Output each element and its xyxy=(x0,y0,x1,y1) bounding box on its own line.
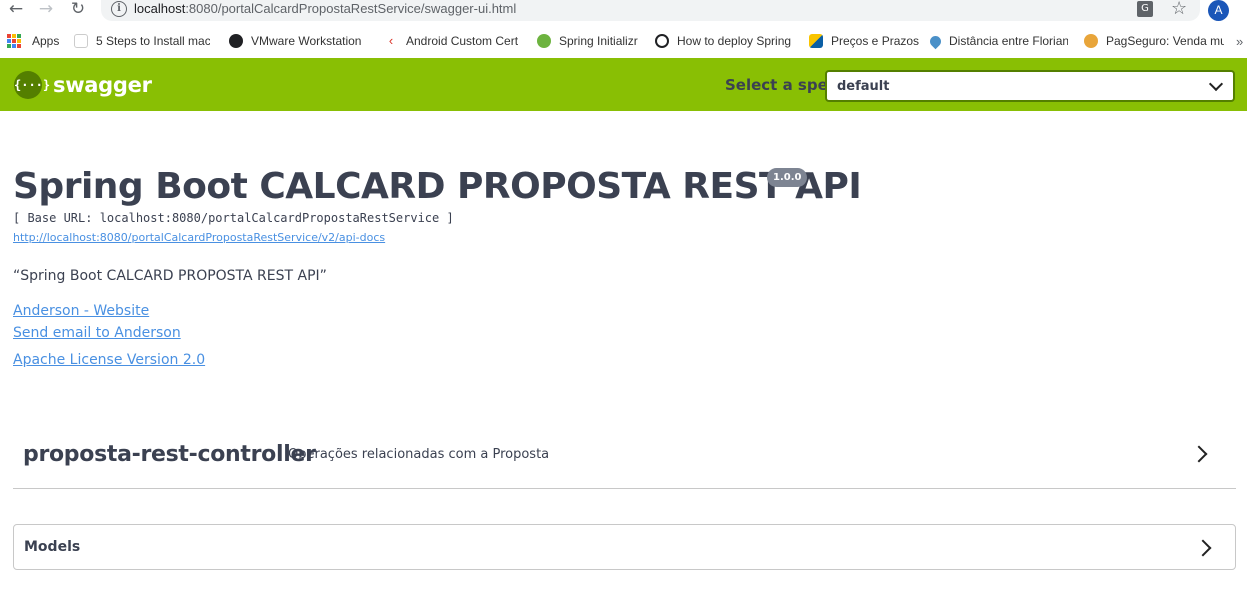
controller-name[interactable]: proposta-rest-controller xyxy=(23,442,316,467)
bookmark-favicon xyxy=(1084,34,1098,48)
site-info-icon[interactable]: i xyxy=(111,1,127,17)
bookmark-favicon xyxy=(655,34,669,48)
translate-icon[interactable]: G xyxy=(1137,1,1153,17)
contact-email-link[interactable]: Send email to Anderson xyxy=(13,325,181,341)
url-host: localhost xyxy=(134,1,186,16)
bookmark-favicon xyxy=(809,34,823,48)
bookmark-apps[interactable]: Apps xyxy=(7,32,67,50)
avatar[interactable]: A xyxy=(1208,0,1229,21)
bookmark-favicon xyxy=(229,34,243,48)
bookmark-label: Android Custom Cert xyxy=(406,34,519,48)
base-url: [ Base URL: localhost:8080/portalCalcard… xyxy=(13,211,454,225)
swagger-header: {···} swagger Select a spec default xyxy=(0,58,1247,111)
contact-website-link[interactable]: Anderson - Website xyxy=(13,303,149,319)
browser-nav-row: ← → ↻ i localhost:8080/portalCalcardProp… xyxy=(0,0,1247,22)
swagger-logo-icon[interactable]: {···} xyxy=(14,71,50,99)
swagger-brand[interactable]: swagger xyxy=(53,73,152,97)
api-description: “Spring Boot CALCARD PROPOSTA REST API” xyxy=(13,268,327,284)
chevron-right-icon[interactable] xyxy=(1190,445,1208,463)
browser-chrome: ← → ↻ i localhost:8080/portalCalcardProp… xyxy=(0,0,1247,58)
bookmark-label: Apps xyxy=(32,34,60,48)
bookmark-label: VMware Workstation xyxy=(251,34,362,48)
star-icon[interactable]: ☆ xyxy=(1171,0,1187,19)
bookmark-label: Spring Initializr xyxy=(559,34,638,48)
address-bar[interactable]: i localhost:8080/portalCalcardPropostaRe… xyxy=(101,0,1200,21)
bookmark-vmware[interactable]: VMware Workstation xyxy=(229,32,365,50)
address-url[interactable]: localhost:8080/portalCalcardPropostaRest… xyxy=(134,1,516,16)
models-label[interactable]: Models xyxy=(24,539,80,555)
bookmark-distancia[interactable]: Distância entre Florian xyxy=(930,32,1068,50)
bookmark-pagseguro[interactable]: PagSeguro: Venda mu xyxy=(1084,32,1224,50)
spring-leaf-icon xyxy=(537,34,551,48)
license-link[interactable]: Apache License Version 2.0 xyxy=(13,352,205,368)
bookmark-spring-initializr[interactable]: Spring Initializr xyxy=(537,32,641,50)
back-arrow-icon[interactable]: ← xyxy=(6,0,26,20)
bookmarks-overflow-icon[interactable]: » xyxy=(1236,32,1246,50)
chevron-down-icon xyxy=(1208,76,1224,92)
forward-arrow-icon[interactable]: → xyxy=(36,0,56,20)
apps-grid-icon xyxy=(7,34,21,48)
bookmark-label: Preços e Prazos xyxy=(831,34,919,48)
reload-icon[interactable]: ↻ xyxy=(68,0,88,20)
chevron-right-icon[interactable] xyxy=(1194,539,1212,557)
bookmark-deploy-spring[interactable]: How to deploy Spring xyxy=(655,32,795,50)
bookmark-favicon: ‹ xyxy=(384,34,398,48)
bookmarks-bar: Apps 5 Steps to Install mac VMware Works… xyxy=(0,30,1247,52)
api-docs-link[interactable]: http://localhost:8080/portalCalcardPropo… xyxy=(13,231,385,244)
version-badge: 1.0.0 xyxy=(767,168,808,187)
bookmark-5-steps[interactable]: 5 Steps to Install mac xyxy=(74,32,210,50)
bookmark-android-cert[interactable]: ‹ Android Custom Cert xyxy=(384,32,520,50)
bookmark-label: 5 Steps to Install mac xyxy=(96,34,210,48)
bookmark-label: How to deploy Spring xyxy=(677,34,792,48)
controller-section[interactable]: proposta-rest-controller Operações relac… xyxy=(13,430,1236,489)
url-path: :8080/portalCalcardPropostaRestService/s… xyxy=(185,1,517,16)
models-section[interactable]: Models xyxy=(13,524,1236,570)
bookmark-label: Distância entre Florian xyxy=(949,34,1068,48)
bookmark-precos-prazos[interactable]: Preços e Prazos xyxy=(809,32,919,50)
bookmark-favicon xyxy=(74,34,88,48)
spec-label: Select a spec xyxy=(725,76,837,94)
page-title: Spring Boot CALCARD PROPOSTA REST API xyxy=(13,166,862,207)
map-pin-icon xyxy=(930,33,944,49)
spec-selected-value: default xyxy=(837,79,890,94)
controller-description: Operações relacionadas com a Proposta xyxy=(288,447,550,462)
bookmark-label: PagSeguro: Venda mu xyxy=(1106,34,1224,48)
spec-select[interactable]: default xyxy=(825,70,1235,102)
